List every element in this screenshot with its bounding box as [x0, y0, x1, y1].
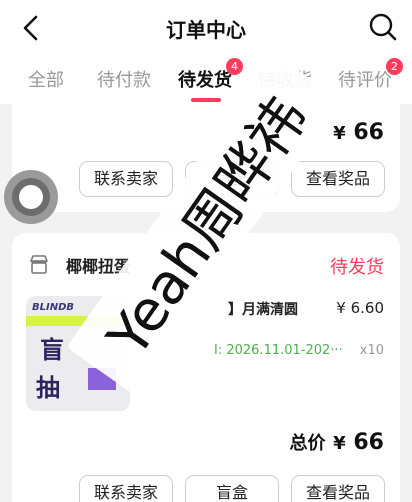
- product-quantity: x10: [359, 343, 384, 358]
- tab-pending-payment[interactable]: 待付款: [97, 66, 151, 92]
- shop-icon: [30, 255, 48, 274]
- active-tab-indicator: [191, 98, 221, 102]
- floating-ball-dot: [19, 185, 43, 209]
- view-prize-button[interactable]: 查看奖品: [291, 475, 385, 502]
- top-bar: 订单中心 全部 待付款 待发货 4 待收货 待评价 2: [0, 0, 412, 104]
- total-label: 总价: [289, 433, 326, 454]
- order-status: 待发货: [330, 257, 384, 278]
- thumb-text: 盲: [40, 336, 64, 364]
- currency-symbol: ¥: [333, 123, 346, 144]
- floating-assistive-button[interactable]: [4, 170, 58, 224]
- page-title: 订单中心: [166, 18, 246, 42]
- total-value: 66: [353, 120, 384, 145]
- total-value: 66: [353, 430, 384, 455]
- tab-pending-review[interactable]: 待评价: [338, 66, 392, 92]
- contact-seller-button[interactable]: 联系卖家: [79, 475, 173, 502]
- currency-symbol: ¥: [333, 433, 346, 454]
- tab-all[interactable]: 全部: [28, 66, 64, 92]
- thumb-brand-text: BLINDB: [32, 302, 75, 313]
- product-name[interactable]: 】月满清圆: [228, 299, 298, 319]
- view-prize-button[interactable]: 查看奖品: [291, 161, 385, 197]
- search-icon[interactable]: [368, 12, 398, 42]
- order-total: 总价 ¥ 66: [290, 429, 385, 455]
- order-tabs: 全部 待付款 待发货 4 待收货 待评价 2: [0, 58, 412, 96]
- tab-pending-shipment[interactable]: 待发货: [178, 66, 232, 92]
- thumb-text: 抽: [36, 374, 60, 402]
- pending-shipment-badge: 4: [226, 58, 243, 75]
- pending-review-badge: 2: [386, 58, 403, 75]
- contact-seller-button[interactable]: 联系卖家: [79, 161, 173, 197]
- product-price: ¥ 6.60: [336, 299, 384, 317]
- blind-box-button[interactable]: 盲盒: [185, 475, 279, 502]
- product-date-range: I: 2026.11.01-202···: [214, 343, 343, 358]
- order-total: ¥ 66: [333, 120, 384, 145]
